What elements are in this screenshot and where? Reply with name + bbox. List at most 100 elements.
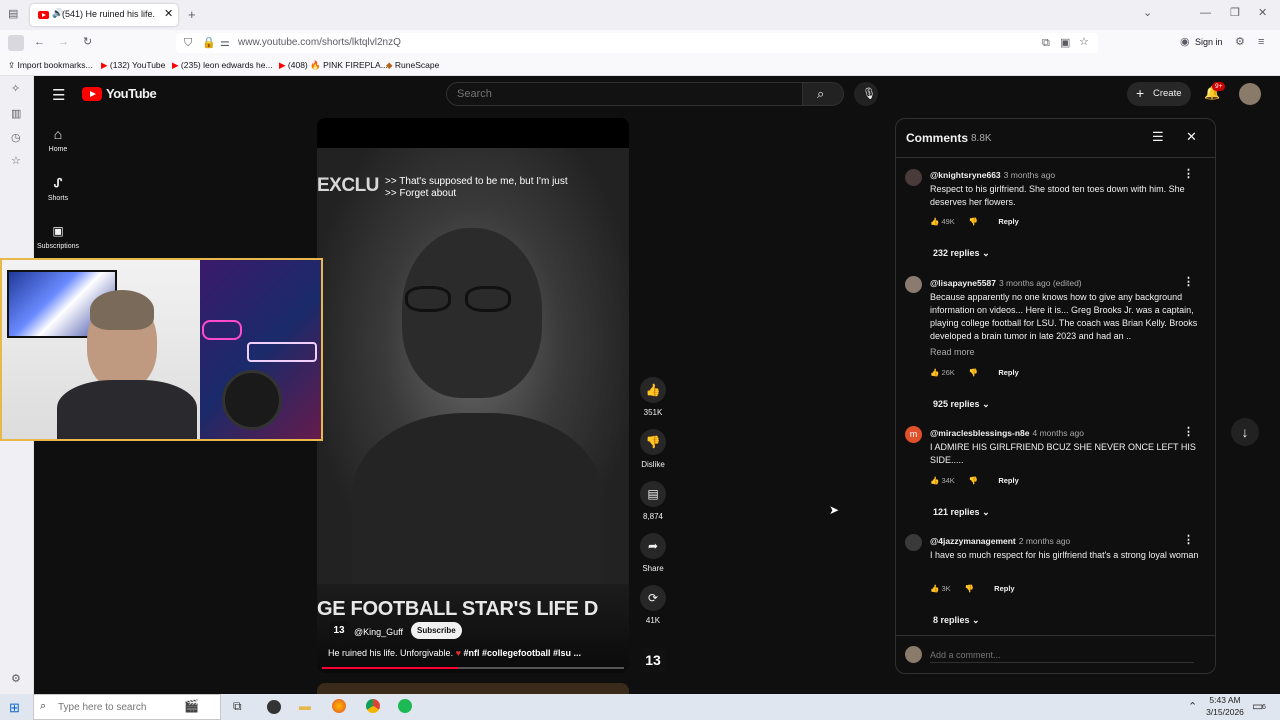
comment-menu-icon[interactable]: ⋮ [1183,275,1194,288]
comment-menu-icon[interactable]: ⋮ [1183,533,1194,546]
maximize-icon[interactable]: ❐ [1230,8,1240,19]
reader-icon[interactable]: ▣ [1060,38,1070,49]
reply-button[interactable]: Reply [998,476,1018,485]
dislike-icon[interactable]: 👎 [969,217,978,226]
dislike-icon[interactable]: 👎 [965,584,974,593]
extensions-icon[interactable]: ⚙ [1235,37,1245,48]
avatar[interactable] [905,169,922,186]
spotify-icon[interactable] [398,699,412,713]
clock-time[interactable]: 5:43 AM [1207,695,1243,705]
like-action[interactable]: 👍 351K [640,377,666,417]
forward-icon[interactable]: → [58,37,69,48]
reply-button[interactable]: Reply [994,584,1014,593]
bookmark-import[interactable]: ⇪ Import bookmarks... [8,60,93,71]
hamburger-menu-icon[interactable]: ☰ [52,86,65,104]
bookmark-pink-fireplace[interactable]: ▶ (408) 🔥 PINK FIREPLA... [279,60,388,71]
nav-subscriptions[interactable]: ▣ Subscriptions [34,224,82,250]
browser-tab[interactable]: 🔊 (541) He ruined his life. Unf ✕ [30,4,178,26]
bookmarks-icon[interactable]: ☆ [11,156,21,167]
chrome-icon[interactable] [366,699,380,713]
channel-name[interactable]: @King_Guff [354,627,403,637]
youtube-logo-icon[interactable] [82,87,102,101]
search-input[interactable] [457,87,787,101]
reply-button[interactable]: Reply [998,217,1018,226]
create-button[interactable]: + Create [1127,82,1191,106]
tray-chevron-up-icon[interactable]: ⌃ [1188,700,1197,713]
history-icon[interactable]: ◷ [11,133,21,144]
shield-icon[interactable]: ⛉ [184,38,192,49]
subscribe-button[interactable]: Subscribe [411,622,462,639]
add-comment-input[interactable] [930,647,1194,663]
read-more-link[interactable]: Read more [930,347,975,357]
avatar[interactable]: m [905,426,922,443]
close-tab-icon[interactable]: ✕ [164,9,173,20]
replies-toggle[interactable]: 121 replies ⌄ [933,507,990,518]
share-action[interactable]: ➦ Share [640,533,666,573]
replies-toggle[interactable]: 232 replies ⌄ [933,248,990,259]
shorts-video-player[interactable]: EXCLU >> That's supposed to be me, but I… [317,118,629,673]
clock-date[interactable]: 3/15/2026 [1203,707,1247,717]
comment-author[interactable]: @miraclesblessings-n8e 4 months ago [930,428,1084,438]
like-icon[interactable]: 👍 [640,377,666,403]
new-tab-icon[interactable]: + [188,8,196,21]
file-explorer-icon[interactable]: ▬ [299,699,311,713]
comment-username[interactable]: @miraclesblessings-n8e [930,428,1029,438]
comment-author[interactable]: @knightsryne663 3 months ago [930,170,1055,180]
voice-search-button[interactable]: 🎙 [854,82,878,106]
sidebar-toggle-icon[interactable] [8,35,24,51]
remix-icon[interactable]: ⟳ [640,585,666,611]
comment-username[interactable]: @lisapayne5587 [930,278,996,288]
progress-bar-track[interactable] [322,667,624,669]
comment-author[interactable]: @lisapayne5587 3 months ago (edited) [930,278,1082,288]
remix-action[interactable]: ⟳ 41K [640,585,666,625]
sort-icon[interactable]: ☰ [1152,129,1164,145]
like-icon[interactable]: 👍 [930,217,939,226]
channel-logo-button[interactable]: 13 [641,648,665,672]
sync-tabs-icon[interactable]: ▥ [11,109,21,120]
next-video-button[interactable]: ↓ [1231,418,1259,446]
bookmark-youtube[interactable]: ▶ (132) YouTube [101,60,165,71]
comment-username[interactable]: @4jazzymanagement [930,536,1016,546]
avatar[interactable] [1239,83,1261,105]
bookmark-runescape[interactable]: ◆ RuneScape [386,60,439,71]
dislike-icon[interactable]: 👎 [640,429,666,455]
taskbar-search-input[interactable] [58,700,178,714]
comment-menu-icon[interactable]: ⋮ [1183,167,1194,180]
dislike-icon[interactable]: 👎 [969,368,978,377]
settings-icon[interactable]: ⚙ [11,674,21,685]
comment-icon[interactable]: ▤ [640,481,666,507]
like-icon[interactable]: 👍 [930,584,939,593]
nav-home[interactable]: ⌂ Home [34,126,82,153]
lock-icon[interactable]: 🔒 [202,38,216,49]
comment-menu-icon[interactable]: ⋮ [1183,425,1194,438]
close-comments-icon[interactable]: ✕ [1186,129,1197,145]
channel-avatar[interactable]: 13 [329,621,349,641]
app-icon[interactable] [267,700,281,714]
comment-author[interactable]: @4jazzymanagement 2 months ago [930,536,1070,546]
search-box[interactable] [446,82,803,106]
avatar[interactable] [905,276,922,293]
ai-chat-icon[interactable]: ✧ [11,84,20,95]
reload-icon[interactable]: ↻ [83,37,92,48]
replies-toggle[interactable]: 925 replies ⌄ [933,399,990,410]
bookmark-leon-edwards[interactable]: ▶ (235) leon edwards he... [172,60,273,71]
video-hashtags[interactable]: #nfl #collegefootball #lsu ... [463,648,581,658]
bookmark-star-icon[interactable]: ☆ [1079,37,1089,48]
windows-start-icon[interactable]: ⊞ [9,700,20,716]
youtube-logo-text[interactable]: YouTube [106,86,157,101]
like-icon[interactable]: 👍 [930,476,939,485]
reply-button[interactable]: Reply [998,368,1018,377]
replies-toggle[interactable]: 8 replies ⌄ [933,615,980,626]
like-icon[interactable]: 👍 [930,368,939,377]
url-bar[interactable]: ⛉ 🔒 ⚌ www.youtube.com/shorts/lktqlvl2nzQ… [176,33,1098,53]
avatar[interactable] [905,534,922,551]
firefox-icon[interactable] [332,699,346,713]
comments-action[interactable]: ▤ 8,874 [640,481,666,521]
permissions-icon[interactable]: ⚌ [220,38,230,49]
menu-icon[interactable]: ≡ [1258,37,1264,48]
tab-list-icon[interactable]: ▤ [8,9,18,20]
picture-in-picture-icon[interactable]: ⧉ [1042,38,1050,49]
video-title[interactable]: He ruined his life. Unforgivable. ♥ #nfl… [328,648,581,658]
task-view-icon[interactable]: ⧉ [233,699,242,714]
minimize-icon[interactable]: — [1200,8,1211,19]
